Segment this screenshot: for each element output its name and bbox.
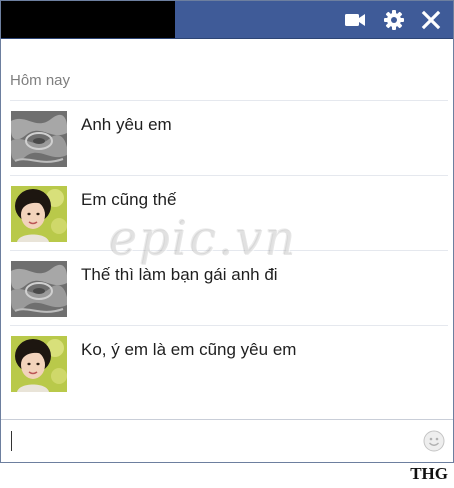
friend-avatar[interactable]: [11, 111, 67, 167]
message-text: Anh yêu em: [81, 115, 172, 134]
message-row: Em cũng thế: [10, 176, 448, 250]
chat-titlebar[interactable]: [1, 1, 453, 39]
message-row: Ko, ý em là em cũng yêu em: [10, 326, 448, 400]
message-row: Thế thì làm bạn gái anh đi: [10, 251, 448, 325]
close-icon[interactable]: [420, 9, 442, 31]
message-list[interactable]: Hôm nay Anh yêu em Em cũng thế Thế thì l…: [1, 39, 453, 419]
video-camera-icon[interactable]: [344, 9, 366, 31]
contact-name[interactable]: [1, 1, 175, 38]
chat-window: Hôm nay Anh yêu em Em cũng thế Thế thì l…: [0, 0, 454, 463]
friend-avatar[interactable]: [11, 261, 67, 317]
footer-strip: [0, 463, 454, 488]
message-text: Ko, ý em là em cũng yêu em: [81, 340, 297, 359]
message-text: Thế thì làm bạn gái anh đi: [81, 265, 278, 284]
credit-text: THG: [410, 464, 448, 483]
gear-icon[interactable]: [383, 9, 405, 31]
message-text: Em cũng thế: [81, 190, 177, 209]
text-caret: [11, 431, 12, 451]
my-avatar[interactable]: [11, 336, 67, 392]
my-avatar[interactable]: [11, 186, 67, 242]
smiley-icon[interactable]: [423, 430, 445, 452]
day-label: Hôm nay: [10, 72, 71, 89]
message-composer[interactable]: [1, 419, 453, 462]
message-row: Anh yêu em: [10, 101, 448, 175]
